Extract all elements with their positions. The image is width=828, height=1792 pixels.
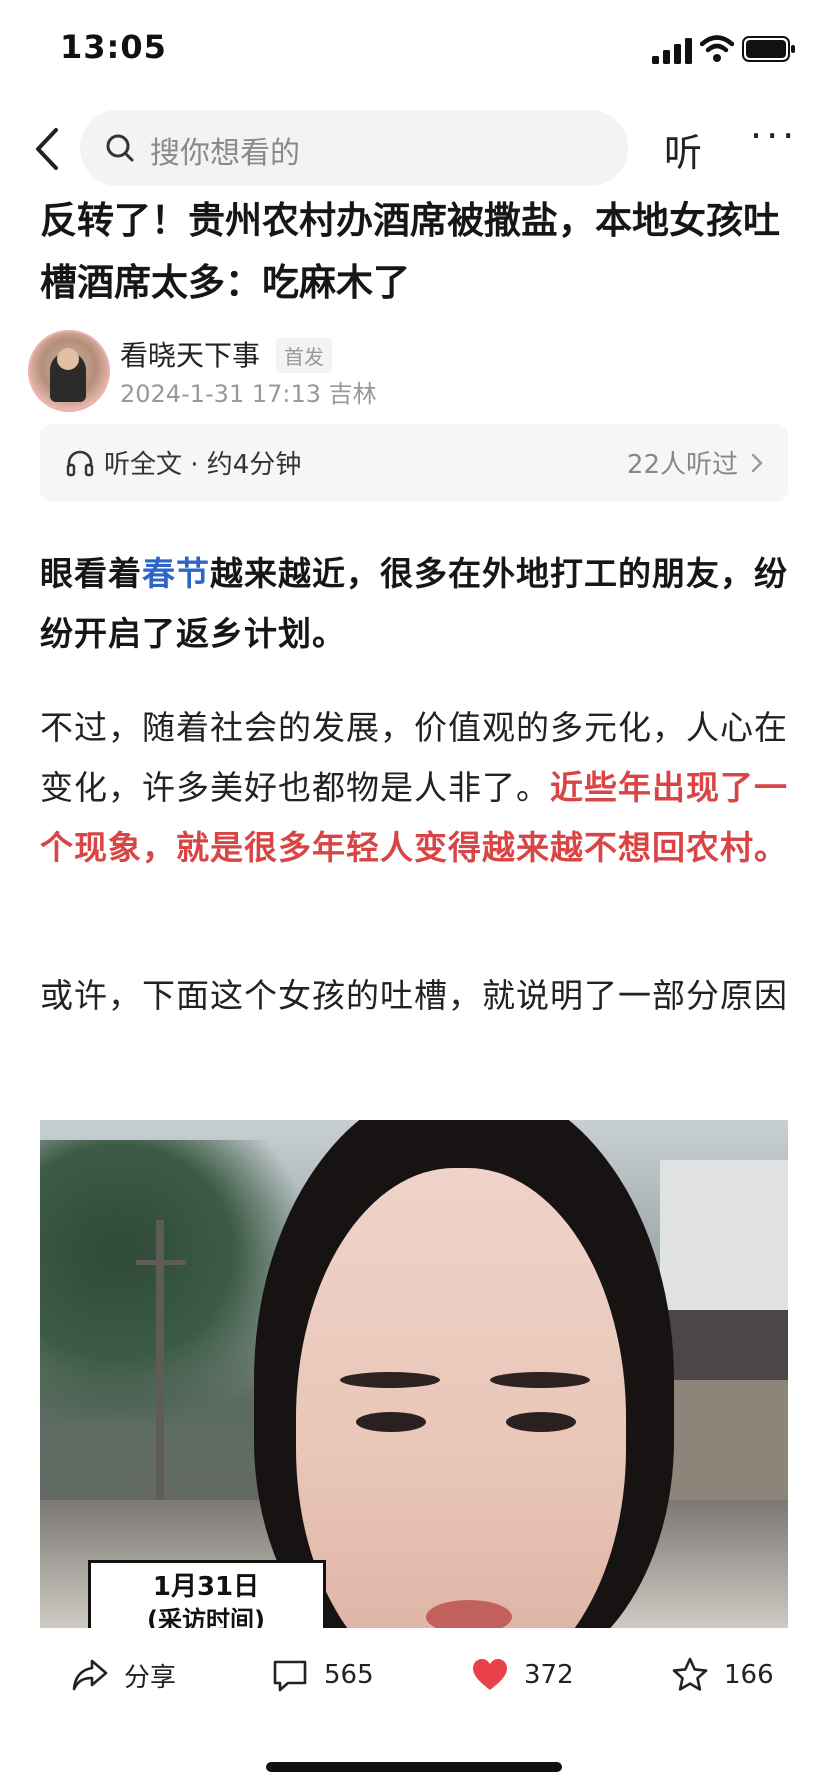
chevron-right-icon (751, 453, 763, 473)
author-avatar[interactable] (28, 330, 110, 412)
star-icon (672, 1657, 708, 1691)
paragraph-1: 眼看着春节越来越近，很多在外地打工的朋友，纷纷开启了返乡计划。 (40, 544, 790, 664)
first-publish-badge: 首发 (276, 338, 332, 373)
bottom-action-bar: 分享 565 372 166 (0, 1630, 828, 1720)
paragraph-2: 不过，随着社会的发展，价值观的多元化，人心在变化，许多美好也都物是人非了。近些年… (40, 698, 790, 878)
listen-full-text-card[interactable]: 听全文 · 约4分钟 22人听过 (40, 424, 788, 502)
home-indicator[interactable] (266, 1762, 562, 1772)
wifi-icon (700, 35, 734, 62)
heart-icon (473, 1659, 507, 1690)
battery-icon (742, 36, 795, 62)
favorite-count: 166 (724, 1660, 774, 1690)
search-placeholder: 搜你想看的 (150, 136, 300, 171)
article-image[interactable]: 1月31日 (采访时间) (40, 1120, 788, 1628)
spring-festival-link[interactable]: 春节 (142, 554, 210, 593)
back-icon[interactable] (30, 126, 66, 172)
comment-count: 565 (324, 1660, 374, 1690)
like-count: 372 (524, 1660, 574, 1690)
share-label: 分享 (124, 1662, 177, 1693)
listen-button[interactable]: 听 (664, 122, 702, 177)
search-icon (106, 134, 134, 162)
listen-card-label: 听全文 · 约4分钟 (104, 450, 302, 480)
like-button[interactable]: 372 (470, 1650, 574, 1700)
share-button[interactable]: 分享 (70, 1650, 176, 1700)
headphone-icon (66, 450, 94, 477)
search-bar[interactable]: 搜你想看的 (80, 110, 628, 186)
comment-button[interactable]: 565 (270, 1650, 374, 1700)
image-date: 1月31日 (152, 1572, 260, 1602)
paragraph-3: 或许，下面这个女孩的吐槽，就说明了一部分原因 (40, 976, 788, 1015)
comment-icon (273, 1660, 307, 1692)
image-date-sub: (采访时间) (147, 1606, 265, 1628)
publish-meta: 2024-1-31 17:13 吉林 (120, 380, 377, 408)
cellular-signal-icon (652, 38, 692, 64)
favorite-button[interactable]: 166 (670, 1650, 774, 1700)
share-icon (72, 1659, 108, 1691)
author-name[interactable]: 看晓天下事 (120, 334, 260, 374)
article-title: 反转了！贵州农村办酒席被撒盐，本地女孩吐槽酒席太多：吃麻木了 (40, 199, 780, 304)
more-options-button[interactable]: ··· (750, 114, 794, 174)
listen-count: 22人听过 (626, 450, 738, 480)
status-time: 13:05 (60, 28, 167, 66)
paragraph-1-text-a: 眼看着 (40, 554, 142, 593)
